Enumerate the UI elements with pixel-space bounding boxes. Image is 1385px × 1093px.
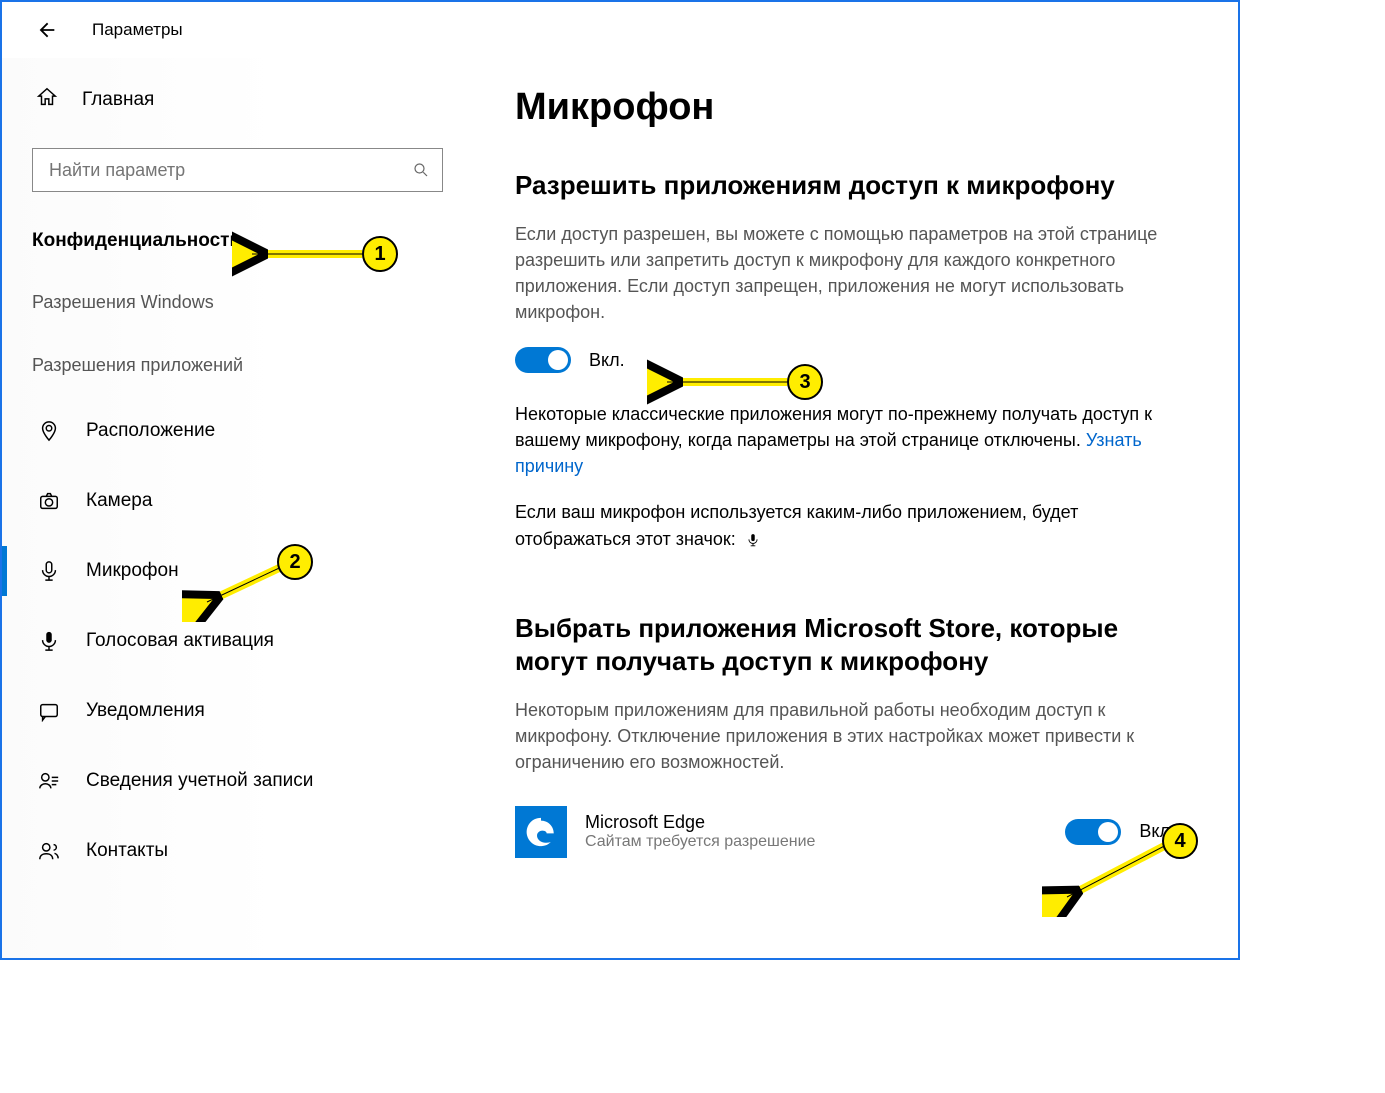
arrow-left-icon [36,19,58,41]
app-toggle-edge[interactable] [1065,819,1121,845]
app-sub: Сайтам требуется разрешение [585,833,1065,851]
sidebar-group-apps: Разрешения приложений [2,343,467,388]
sidebar-home[interactable]: Главная [2,78,467,122]
search-input[interactable] [49,160,412,181]
content-area: Микрофон Разрешить приложениям доступ к … [467,58,1238,958]
app-name: Microsoft Edge [585,812,1065,833]
home-icon [36,86,60,114]
edge-app-icon [515,806,567,858]
mic-indicator-info: Если ваш микрофон используется каким-либ… [515,499,1175,551]
account-info-icon [36,770,62,792]
location-icon [36,420,62,442]
app-info: Microsoft Edge Сайтам требуется разрешен… [585,812,1065,851]
allow-toggle[interactable] [515,347,571,373]
sidebar-category: Конфиденциальность [2,220,467,262]
sidebar-item-camera[interactable]: Камера [2,466,467,536]
classic-apps-text: Некоторые классические приложения могут … [515,404,1152,450]
microphone-icon [746,531,760,549]
section-allow-desc: Если доступ разрешен, вы можете с помощь… [515,221,1175,325]
sidebar-item-voice-activation[interactable]: Голосовая активация [2,606,467,676]
settings-window: Параметры Главная Конфиденциальность Раз… [0,0,1240,960]
mic-indicator-text: Если ваш микрофон используется каким-либ… [515,502,1078,548]
app-toggle-label: Вкл. [1139,821,1175,842]
sidebar-item-account-info[interactable]: Сведения учетной записи [2,746,467,816]
search-icon [412,161,430,179]
sidebar-item-label: Уведомления [86,700,205,722]
sidebar-item-label: Микрофон [86,560,179,582]
sidebar-item-label: Контакты [86,840,168,862]
contacts-icon [36,840,62,862]
window-header: Параметры [2,2,1238,58]
notifications-icon [36,700,62,722]
section-store-desc: Некоторым приложениям для правильной раб… [515,697,1175,775]
search-box[interactable] [32,148,443,192]
page-title: Микрофон [515,86,1198,129]
sidebar-group-windows: Разрешения Windows [2,280,467,325]
sidebar: Главная Конфиденциальность Разрешения Wi… [2,58,467,958]
classic-apps-info: Некоторые классические приложения могут … [515,401,1175,479]
window-body: Главная Конфиденциальность Разрешения Wi… [2,58,1238,958]
app-row-edge: Microsoft Edge Сайтам требуется разрешен… [515,798,1175,866]
sidebar-item-label: Сведения учетной записи [86,770,313,792]
sidebar-home-label: Главная [82,89,154,111]
sidebar-item-label: Камера [86,490,152,512]
voice-activation-icon [36,630,62,652]
microphone-icon [36,560,62,582]
section-store-heading: Выбрать приложения Microsoft Store, кото… [515,612,1198,680]
window-title: Параметры [92,20,183,40]
allow-toggle-label: Вкл. [589,350,625,371]
allow-toggle-row: Вкл. [515,347,1198,373]
sidebar-item-microphone[interactable]: Микрофон [2,536,467,606]
sidebar-item-location[interactable]: Расположение [2,396,467,466]
camera-icon [36,490,62,512]
section-allow-heading: Разрешить приложениям доступ к микрофону [515,169,1198,203]
sidebar-item-notifications[interactable]: Уведомления [2,676,467,746]
sidebar-item-label: Голосовая активация [86,630,274,652]
sidebar-item-contacts[interactable]: Контакты [2,816,467,886]
sidebar-item-label: Расположение [86,420,215,442]
back-button[interactable] [32,15,62,45]
